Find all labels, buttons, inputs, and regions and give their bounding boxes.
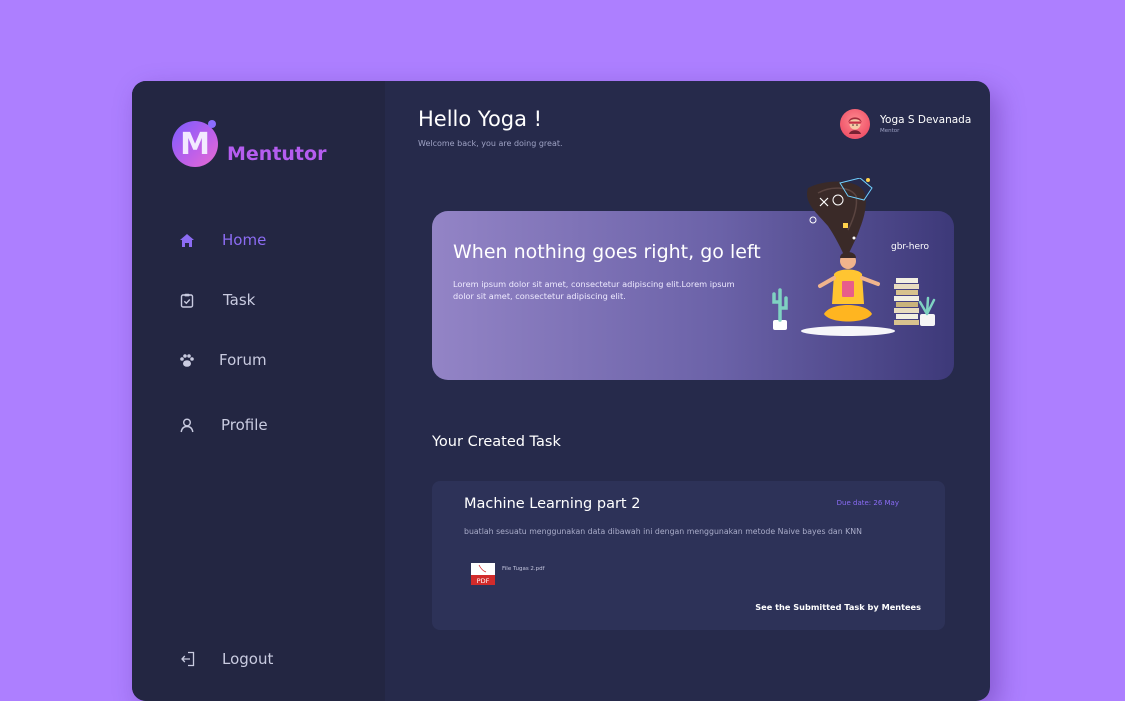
user-role: Mentor xyxy=(880,128,900,134)
logo-mark-icon: M xyxy=(172,120,218,167)
hero-illustration xyxy=(772,178,936,336)
sidebar-item-label: Task xyxy=(223,291,256,309)
avatar[interactable] xyxy=(840,109,870,139)
user-icon xyxy=(178,416,196,434)
app-name: Mentutor xyxy=(227,143,327,165)
app-window: M Mentutor Home Task Forum Profile Logou… xyxy=(132,81,990,701)
sidebar-item-home[interactable]: Home xyxy=(178,231,266,249)
see-submitted-task-link[interactable]: See the Submitted Task by Mentees xyxy=(755,602,921,612)
clipboard-check-icon xyxy=(178,291,196,309)
logout-icon xyxy=(178,650,196,668)
logout-button[interactable]: Logout xyxy=(178,650,273,668)
section-title: Your Created Task xyxy=(432,434,561,450)
file-name: File Tugas 2.pdf xyxy=(502,566,545,572)
sidebar-item-label: Profile xyxy=(221,416,268,434)
task-description: buatlah sesuatu menggunakan data dibawah… xyxy=(464,527,862,536)
paw-icon xyxy=(178,351,196,369)
task-title: Machine Learning part 2 xyxy=(464,496,641,512)
user-name: Yoga S Devanada xyxy=(880,114,972,126)
logo[interactable]: M Mentutor xyxy=(172,120,327,167)
task-card[interactable]: Machine Learning part 2 Due date: 26 May… xyxy=(432,481,945,630)
user-profile[interactable]: Yoga S Devanada Mentor xyxy=(840,109,971,139)
sidebar-item-profile[interactable]: Profile xyxy=(178,416,268,434)
attachment[interactable]: PDF File Tugas 2.pdf xyxy=(471,563,545,585)
logout-label: Logout xyxy=(222,650,274,668)
page-subtitle: Welcome back, you are doing great. xyxy=(418,139,563,148)
hero-text: Lorem ipsum dolor sit amet, consectetur … xyxy=(453,279,735,301)
sidebar: M Mentutor Home Task Forum Profile Logou… xyxy=(132,81,385,701)
home-icon xyxy=(178,231,196,249)
hero-image-alt: gbr-hero xyxy=(891,242,930,252)
sidebar-item-task[interactable]: Task xyxy=(178,291,255,309)
sidebar-item-label: Forum xyxy=(219,351,267,369)
page-title: Hello Yoga ! xyxy=(418,107,543,131)
pdf-file-icon: PDF xyxy=(471,563,495,585)
hero-title: When nothing goes right, go left xyxy=(453,241,761,263)
main-content: Hello Yoga ! Welcome back, you are doing… xyxy=(385,81,990,701)
task-due-date: Due date: 26 May xyxy=(836,499,899,507)
sidebar-item-label: Home xyxy=(222,231,267,249)
svg-text:PDF: PDF xyxy=(477,577,490,585)
sidebar-item-forum[interactable]: Forum xyxy=(178,351,267,369)
